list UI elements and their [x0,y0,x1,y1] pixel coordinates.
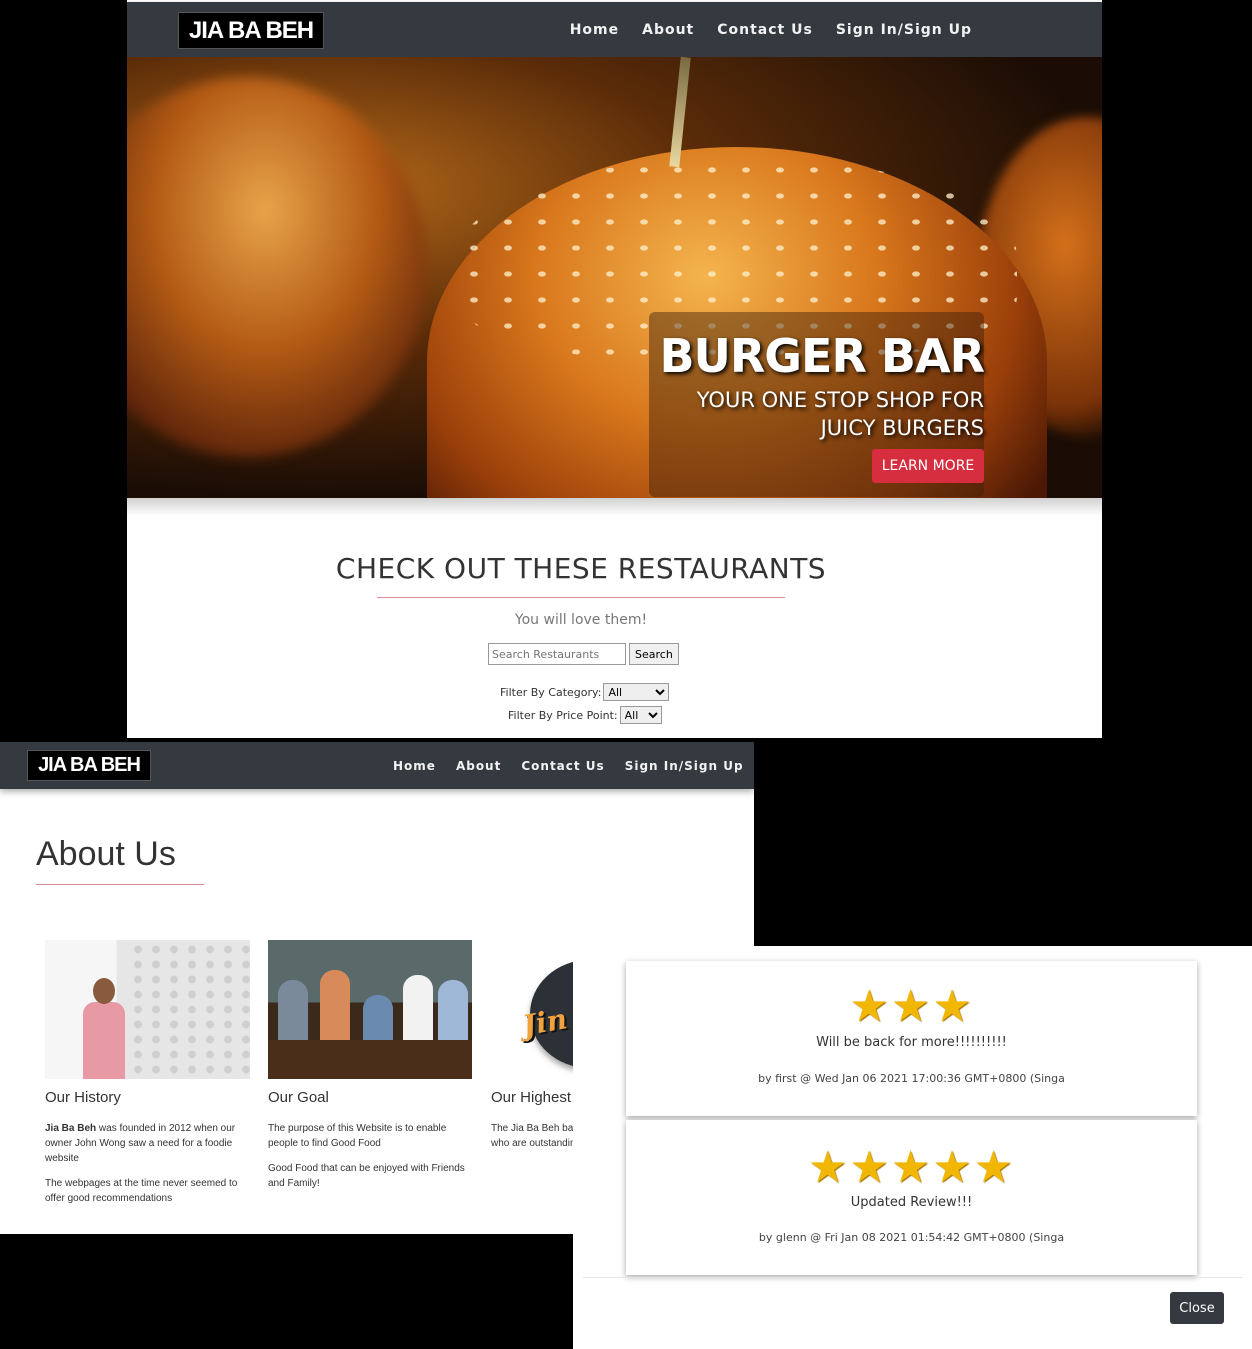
nav-contact[interactable]: Contact Us [521,759,604,773]
review-text: Updated Review!!! [850,1195,973,1210]
price-select[interactable]: All [619,706,662,724]
nav-links: Home About Contact Us Sign In/Sign Up [393,742,744,789]
search-button[interactable]: Search [629,643,679,665]
top-navbar: JIA BA BEH Home About Contact Us Sign In… [127,2,1102,57]
about-title: About Us [36,835,176,873]
nav-about[interactable]: About [456,759,501,773]
hero-banner: BURGER BAR YOUR ONE STOP SHOP FOR JUICY … [127,57,1102,498]
category-select[interactable]: All [603,683,670,701]
nav-home[interactable]: Home [570,22,619,38]
reviews-modal-screenshot: ★★★ Will be back for more!!!!!!!!!! by f… [573,946,1252,1349]
price-filter-label: Filter By Price Point: [508,708,618,722]
star-rating: ★★★★★ [807,1142,1016,1193]
hero-shadow [127,498,1102,516]
nav-links: Home About Contact Us Sign In/Sign Up [570,2,972,57]
goal-image [268,940,472,1079]
restaurants-section-subtitle: You will love them! [514,612,648,628]
title-underline [377,597,785,598]
wall-pattern [125,940,250,1079]
history-image [45,940,250,1079]
review-card: ★★★ Will be back for more!!!!!!!!!! by f… [626,961,1197,1116]
person-head [93,978,115,1004]
review-card: ★★★★★ Updated Review!!! by glenn @ Fri J… [626,1120,1197,1275]
search-input[interactable] [488,643,626,665]
search-bar: Search [488,643,679,665]
hero-title: BURGER BAR [659,329,985,383]
review-byline: by first @ Wed Jan 06 2021 17:00:36 GMT+… [758,1072,1065,1085]
category-filter: Filter By Category: All [500,683,670,701]
hero-subtitle: YOUR ONE STOP SHOP FOR JUICY BURGERS [696,388,984,440]
brand-logo[interactable]: JIA BA BEH [27,750,151,781]
restaurants-section-title: CHECK OUT THESE RESTAURANTS [335,552,827,585]
close-button[interactable]: Close [1170,1292,1224,1324]
about-title-underline [36,884,204,885]
family-member [320,970,350,1050]
nav-contact[interactable]: Contact Us [717,22,813,38]
modal-footer-divider [583,1277,1243,1278]
brand-logo[interactable]: JIA BA BEH [178,12,324,49]
history-text-2: The webpages at the time never seemed to… [45,1178,238,1204]
family-member [403,975,433,1050]
star-rating: ★★★ [849,981,974,1032]
nav-signin[interactable]: Sign In/Sign Up [625,759,744,773]
history-text-1: Jia Ba Beh was founded in 2012 when our … [45,1121,245,1166]
review-text: Will be back for more!!!!!!!!!! [816,1035,1007,1050]
price-filter: Filter By Price Point: All [508,706,662,724]
nav-about[interactable]: About [642,22,694,38]
goal-heading: Our Goal [268,1089,329,1106]
nav-home[interactable]: Home [393,759,436,773]
home-page-screenshot: JIA BA BEH Home About Contact Us Sign In… [127,0,1102,738]
goal-text-1: The purpose of this Website is to enable… [268,1123,447,1149]
learn-more-button[interactable]: LEARN MORE [872,449,984,483]
category-filter-label: Filter By Category: [500,685,602,699]
goal-text-2: Good Food that can be enjoyed with Frien… [268,1163,465,1189]
about-navbar: JIA BA BEH Home About Contact Us Sign In… [0,742,754,789]
burger-image-left [127,77,427,457]
review-byline: by glenn @ Fri Jan 08 2021 01:54:42 GMT+… [758,1231,1065,1244]
history-bold-lead: Jia Ba Beh [45,1123,97,1134]
person-shirt [83,1002,125,1079]
dining-table [268,1040,472,1079]
history-heading: Our History [45,1089,121,1106]
nav-signin[interactable]: Sign In/Sign Up [836,22,972,38]
